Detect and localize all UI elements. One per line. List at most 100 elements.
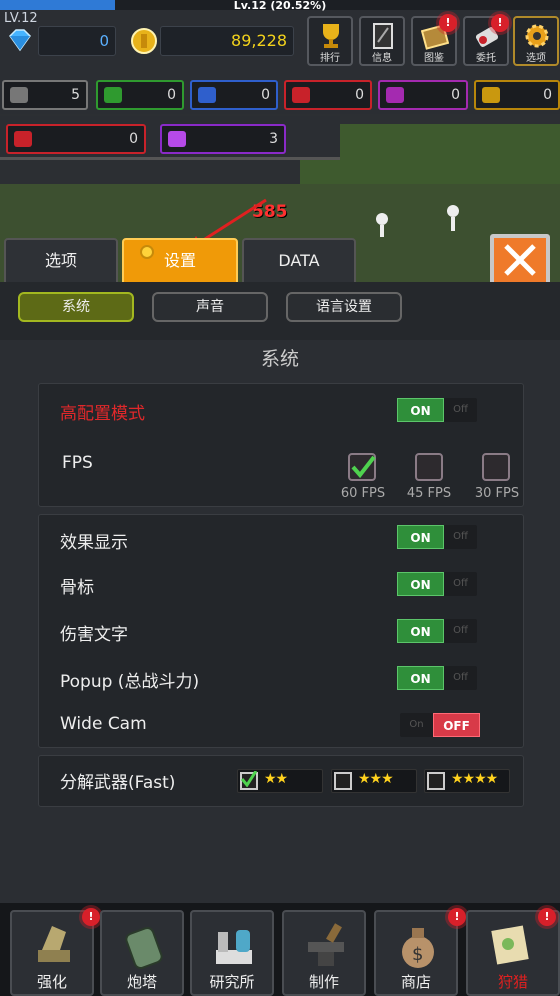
- lab-icon: [212, 920, 256, 972]
- check-icon: [351, 455, 376, 479]
- toggle-off: Off: [453, 404, 468, 415]
- check-icon: [241, 771, 257, 787]
- gold-ore-icon: [482, 87, 500, 103]
- skeleton-icon-2: [370, 212, 394, 240]
- amethyst-value: 3: [269, 131, 278, 147]
- gold-coin-icon: [130, 27, 158, 55]
- toggle-on: ON: [397, 525, 444, 549]
- level-label: LV.12: [4, 11, 38, 26]
- ruby-counter: 0: [6, 124, 146, 154]
- dismantle-2star-option[interactable]: ★★: [237, 769, 323, 793]
- section-title: 系统: [260, 348, 299, 370]
- tab-settings-label: 设置: [163, 251, 196, 270]
- nav-turret[interactable]: 炮塔: [100, 910, 184, 996]
- resource-purple-value: 0: [451, 87, 460, 103]
- fps-60-checkbox[interactable]: [348, 453, 376, 481]
- dismantle-4star-option[interactable]: ★★★★: [424, 769, 510, 793]
- close-button[interactable]: [490, 234, 550, 286]
- toggle-off: Off: [453, 625, 468, 636]
- gem-count: 0: [38, 26, 116, 56]
- amethyst-counter: 3: [160, 124, 286, 154]
- blue-ore-icon: [198, 87, 216, 103]
- fps-30-label: 30 FPS: [474, 486, 520, 501]
- commission-alert-badge: !: [491, 14, 509, 32]
- subtab-sound[interactable]: 声音: [152, 292, 268, 322]
- high-quality-label: 高配置模式: [60, 404, 145, 424]
- money-bag-icon: $: [396, 920, 440, 972]
- toggle-off: Off: [453, 531, 468, 542]
- resource-blue: 0: [190, 80, 278, 110]
- popup-toggle[interactable]: ON Off: [397, 666, 477, 690]
- effects-toggle[interactable]: ON Off: [397, 525, 477, 549]
- amethyst-icon: [168, 131, 186, 147]
- red-ore-icon: [292, 87, 310, 103]
- resource-gray-value: 5: [71, 87, 80, 103]
- nav-shop-badge: !: [448, 908, 466, 926]
- nav-lab-label: 研究所: [209, 973, 255, 991]
- high-quality-toggle[interactable]: ON Off: [397, 398, 477, 422]
- gold-count: 89,228: [160, 26, 294, 56]
- damage-text-toggle[interactable]: ON Off: [397, 619, 477, 643]
- skeleton-icon: [440, 204, 466, 234]
- nav-upgrade-badge: !: [82, 908, 100, 926]
- nav-upgrade[interactable]: 强化: [10, 910, 94, 996]
- bone-marker-label: 骨标: [60, 578, 94, 598]
- resource-green: 0: [96, 80, 184, 110]
- stars: ★★: [264, 771, 288, 787]
- info-button[interactable]: 信息: [359, 16, 405, 66]
- tab-data[interactable]: DATA: [242, 238, 356, 284]
- ruby-icon: [14, 131, 32, 147]
- ranking-label: 排行: [320, 53, 340, 64]
- subtab-language[interactable]: 语言设置: [286, 292, 402, 322]
- widecam-label: Wide Cam: [60, 714, 147, 734]
- tab-options[interactable]: 选项: [4, 238, 118, 284]
- turret-icon: [122, 920, 166, 972]
- ranking-button[interactable]: 排行: [307, 16, 353, 66]
- game-screen: Lv.12 (20.52%) LV.12 0 89,228 排行 信息 图鉴 !…: [0, 0, 560, 996]
- nav-lab[interactable]: 研究所: [190, 910, 274, 996]
- nav-upgrade-label: 强化: [36, 973, 67, 991]
- info-label: 信息: [372, 53, 392, 64]
- fps-45-checkbox[interactable]: [415, 453, 443, 481]
- subtab-system[interactable]: 系统: [18, 292, 134, 322]
- resource-red: 0: [284, 80, 372, 110]
- damage-text-label: 伤害文字: [60, 625, 128, 645]
- diamond-icon: [6, 28, 34, 52]
- toggle-on: ON: [397, 619, 444, 643]
- purple-ore-icon: [386, 87, 404, 103]
- nav-craft-label: 制作: [308, 973, 339, 991]
- svg-text:$: $: [412, 944, 423, 965]
- fps-45-label: 45 FPS: [406, 486, 452, 501]
- bone-marker-toggle[interactable]: ON Off: [397, 572, 477, 596]
- nav-hunt-badge: !: [538, 908, 556, 926]
- options-button[interactable]: 选项: [513, 16, 559, 66]
- green-ore-icon: [104, 87, 122, 103]
- resource-green-value: 0: [167, 87, 176, 103]
- tab-settings-coin-icon: [140, 245, 154, 259]
- codex-button[interactable]: 图鉴 !: [411, 14, 457, 66]
- tab-settings[interactable]: 设置: [122, 238, 238, 284]
- nav-turret-label: 炮塔: [126, 973, 157, 991]
- nav-hunt-label: 狩猎: [497, 973, 528, 991]
- toggle-off: Off: [453, 578, 468, 589]
- commission-button[interactable]: 委托 !: [463, 14, 509, 66]
- options-label: 选项: [526, 53, 546, 64]
- widecam-toggle[interactable]: On OFF: [400, 713, 480, 737]
- dismantle-3star-option[interactable]: ★★★: [331, 769, 417, 793]
- toggle-on: ON: [397, 572, 444, 596]
- nav-craft[interactable]: 制作: [282, 910, 366, 996]
- toggle-on: ON: [397, 398, 444, 422]
- codex-alert-badge: !: [439, 14, 457, 32]
- resource-blue-value: 0: [261, 87, 270, 103]
- nav-shop[interactable]: $ 商店: [374, 910, 458, 996]
- nav-shop-label: 商店: [400, 973, 431, 991]
- map-icon: [488, 920, 532, 972]
- close-icon: [504, 244, 536, 276]
- fps-30-checkbox[interactable]: [482, 453, 510, 481]
- checkbox: [334, 772, 352, 790]
- level-progress-text: Lv.12 (20.52%): [233, 0, 327, 12]
- anvil-claw-icon: [32, 920, 76, 972]
- stars: ★★★: [358, 771, 394, 787]
- resource-red-value: 0: [355, 87, 364, 103]
- gray-ore-icon: [10, 87, 28, 103]
